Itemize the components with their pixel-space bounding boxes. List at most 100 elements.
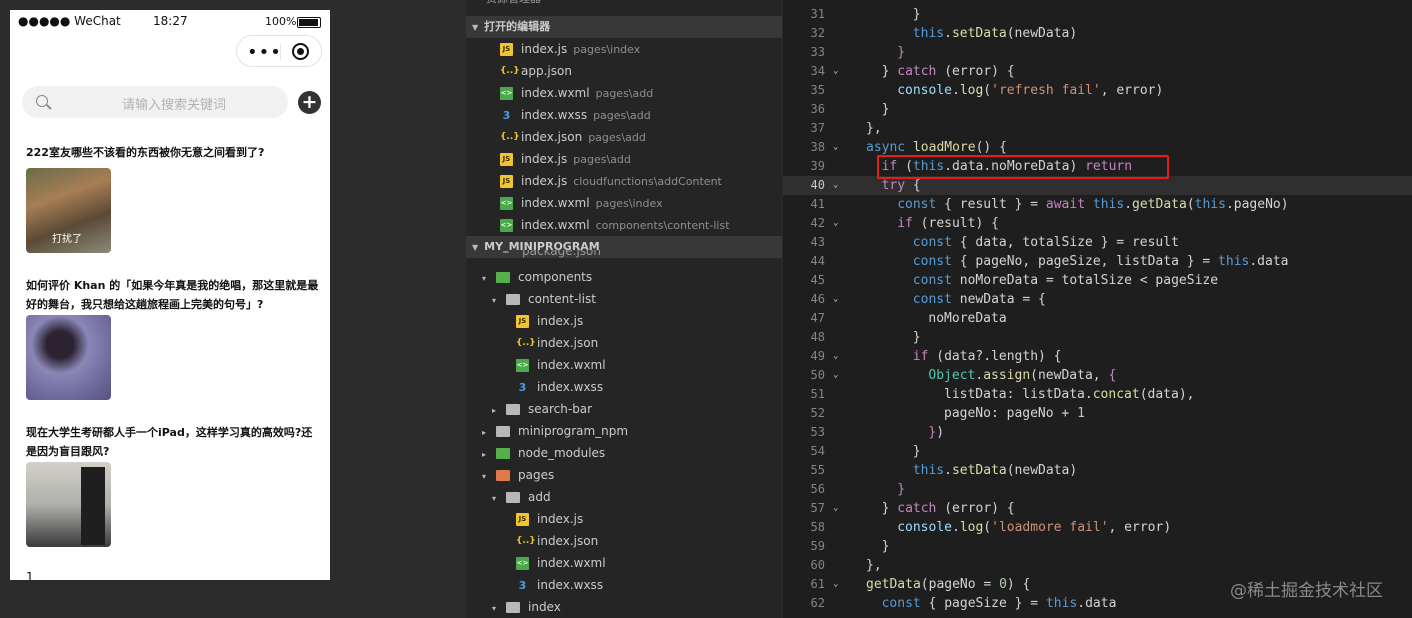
miniprogram-capsule[interactable]: ••• (236, 35, 322, 67)
code-token: ( (983, 83, 992, 98)
line-number: 43 (810, 235, 825, 249)
code-line[interactable]: 43 const { data, totalSize } = result (783, 233, 1412, 252)
question-thumbnail[interactable]: 打扰了 (26, 168, 111, 253)
search-placeholder[interactable]: 请输入搜索关键词 (122, 94, 226, 113)
tree-file[interactable]: JS index.js (466, 310, 782, 332)
code-line[interactable]: 57 ⌄} catch (error) { (783, 499, 1412, 518)
code-line[interactable]: 34 ⌄} catch (error) { (783, 62, 1412, 81)
open-editor-item[interactable]: 3 index.wxss pages\add (466, 104, 782, 126)
question-thumbnail[interactable] (26, 462, 111, 547)
fold-chevron-icon[interactable]: ⌄ (833, 575, 838, 594)
code-token: const (912, 254, 952, 269)
tree-folder[interactable]: ▸ search-bar (466, 398, 782, 420)
tree-folder[interactable]: ▾ add (466, 486, 782, 508)
chevron-down-icon: ▾ (492, 604, 497, 613)
code-line[interactable]: 49 ⌄ if (data?.length) { (783, 347, 1412, 366)
file-explorer: 资源管理器 ▼打开的编辑器 JSindex.jspages\index{..}a… (466, 0, 782, 618)
code-line[interactable]: 33} (783, 43, 1412, 62)
code-token: const (912, 292, 952, 307)
more-menu-icon[interactable]: ••• (247, 42, 282, 63)
code-line[interactable]: 44 const { pageNo, pageSize, listData } =… (783, 252, 1412, 271)
code-line[interactable]: 48} (783, 328, 1412, 347)
file-name: index.js (521, 174, 568, 188)
close-miniprogram-icon[interactable] (292, 43, 309, 60)
tree-file[interactable]: <> index.wxml (466, 552, 782, 574)
tree-file[interactable]: JS index.js (466, 508, 782, 530)
question-thumbnail[interactable] (26, 315, 111, 400)
fold-chevron-icon[interactable]: ⌄ (833, 138, 838, 157)
open-editor-item[interactable]: {..}index.json pages\add (466, 126, 782, 148)
fold-chevron-icon[interactable]: ⌄ (833, 499, 838, 518)
tree-file[interactable]: 3 index.wxss (466, 574, 782, 596)
line-number: 58 (810, 520, 825, 534)
open-editor-item[interactable]: JS index.js pages\index (466, 38, 782, 60)
open-editor-item[interactable]: {..}app.json (466, 60, 782, 82)
tree-folder[interactable]: ▸ node_modules (466, 442, 782, 464)
code-token: . (944, 26, 952, 41)
fold-chevron-icon[interactable]: ⌄ (833, 366, 838, 385)
code-token: 0 (999, 577, 1007, 592)
open-editor-item[interactable]: <> index.wxml pages\add (466, 82, 782, 104)
line-number: 38 (810, 140, 825, 154)
tree-file[interactable]: 3 index.wxss (466, 376, 782, 398)
code-line[interactable]: 52 pageNo: pageNo + 1 (783, 404, 1412, 423)
open-editor-item[interactable]: JS index.js pages\add (466, 148, 782, 170)
tree-folder[interactable]: ▾ components (466, 266, 782, 288)
code-text: const { pageNo, pageSize, listData } = t… (913, 252, 1289, 271)
code-line[interactable]: 56} (783, 480, 1412, 499)
tree-folder[interactable]: ▾ pages (466, 464, 782, 486)
tree-folder[interactable]: ▾ content-list (466, 288, 782, 310)
tree-file[interactable]: {..}index.json (466, 530, 782, 552)
code-line[interactable]: 42 ⌄ if (result) { (783, 214, 1412, 233)
line-number: 61 (810, 577, 825, 591)
code-editor[interactable]: 31} 32 this.setData(newData) 33} 34 ⌄} catch … (783, 0, 1412, 618)
code-line[interactable]: 58 console.log('loadmore fail', error) (783, 518, 1412, 537)
line-number: 39 (810, 159, 825, 173)
fold-chevron-icon[interactable]: ⌄ (833, 214, 838, 233)
fold-chevron-icon[interactable]: ⌄ (833, 347, 838, 366)
tree-folder[interactable]: ▸ miniprogram_npm (466, 420, 782, 442)
open-editor-item[interactable]: JS index.js cloudfunctions\addContent (466, 170, 782, 192)
question-title[interactable]: 222室友哪些不该看的东西被你无意之间看到了? (26, 143, 321, 162)
folder-icon (506, 492, 520, 503)
question-title[interactable]: 如何评价 Khan 的「如果今年真是我的绝唱，那这里就是最好的舞台，我只想给这趟… (26, 276, 321, 314)
code-line[interactable]: 31} (783, 5, 1412, 24)
folder-icon (496, 272, 510, 283)
code-line[interactable]: 53}) (783, 423, 1412, 442)
code-line[interactable]: 59} (783, 537, 1412, 556)
code-line[interactable]: 51 listData: listData.concat(data), (783, 385, 1412, 404)
search-bar[interactable]: 请输入搜索关键词 (22, 86, 288, 118)
code-token: } (881, 102, 890, 117)
code-line[interactable]: 37}, (783, 119, 1412, 138)
thumbnail-caption: 打扰了 (52, 234, 82, 245)
fold-chevron-icon[interactable]: ⌄ (833, 62, 838, 81)
add-content-button[interactable]: + (298, 91, 321, 114)
code-line[interactable]: 32 this.setData(newData) (783, 24, 1412, 43)
code-line[interactable]: 35 console.log('refresh fail', error) (783, 81, 1412, 100)
open-editors-header[interactable]: ▼ 打开的编辑器 (466, 16, 782, 38)
tree-folder[interactable]: ▾ index (466, 596, 782, 618)
code-line[interactable]: 36} (783, 100, 1412, 119)
fold-chevron-icon[interactable]: ⌄ (833, 176, 838, 195)
code-line[interactable]: 55 this.setData(newData) (783, 461, 1412, 480)
code-token: newData = { (951, 292, 1046, 307)
open-editor-item[interactable]: <> index.wxml components\content-list (466, 214, 782, 236)
file-path: pages\add (593, 109, 651, 122)
code-line[interactable]: 50 ⌄ Object.assign(newData, { (783, 366, 1412, 385)
tree-file[interactable]: <> index.wxml (466, 354, 782, 376)
code-token: }, (866, 121, 882, 136)
line-number: 53 (810, 425, 825, 439)
tree-item-label: miniprogram_npm (518, 424, 629, 438)
code-line[interactable]: 60}, (783, 556, 1412, 575)
fold-chevron-icon[interactable]: ⌄ (833, 290, 838, 309)
open-editor-item[interactable]: <> index.wxml pages\index (466, 192, 782, 214)
partial-tree-item[interactable]: package.json (466, 250, 782, 262)
code-line[interactable]: 54} (783, 442, 1412, 461)
line-number: 59 (810, 539, 825, 553)
code-line[interactable]: 45 const noMoreData = totalSize < pageSiz… (783, 271, 1412, 290)
code-line[interactable]: 47 noMoreData (783, 309, 1412, 328)
code-line[interactable]: 41 const { result } = await this.getData(… (783, 195, 1412, 214)
tree-file[interactable]: {..}index.json (466, 332, 782, 354)
code-line[interactable]: 46 ⌄ const newData = { (783, 290, 1412, 309)
question-title[interactable]: 现在大学生考研都人手一个iPad，这样学习真的高效吗?还是因为盲目跟风? (26, 423, 321, 461)
